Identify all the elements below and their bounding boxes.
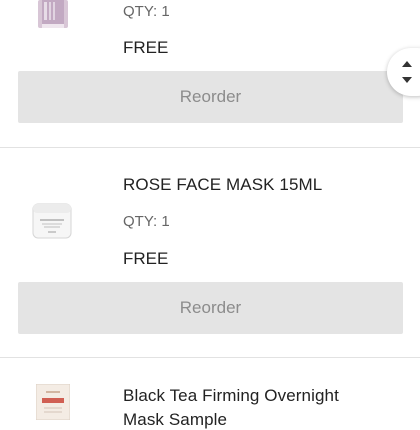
item-price: FREE [123, 249, 169, 268]
product-thumbnail[interactable] [35, 383, 71, 421]
up-down-arrows-icon [402, 61, 412, 83]
item-name[interactable]: Black Tea Firming Overnight [123, 386, 339, 406]
item-name-continued[interactable]: Mask Sample [123, 410, 227, 430]
divider [0, 147, 420, 148]
divider [0, 357, 420, 358]
product-thumbnail[interactable] [38, 0, 68, 30]
item-price: FREE [123, 38, 169, 57]
product-bottle-image [38, 0, 68, 28]
item-quantity: QTY: 1 [123, 213, 170, 230]
product-sample-image [35, 383, 71, 421]
item-quantity: QTY: 1 [123, 3, 170, 20]
reorder-button[interactable]: Reorder [18, 71, 403, 123]
reorder-button[interactable]: Reorder [18, 282, 403, 334]
product-jar-image [32, 203, 72, 239]
item-name[interactable]: ROSE FACE MASK 15ML [123, 175, 322, 195]
product-thumbnail[interactable] [32, 200, 72, 242]
